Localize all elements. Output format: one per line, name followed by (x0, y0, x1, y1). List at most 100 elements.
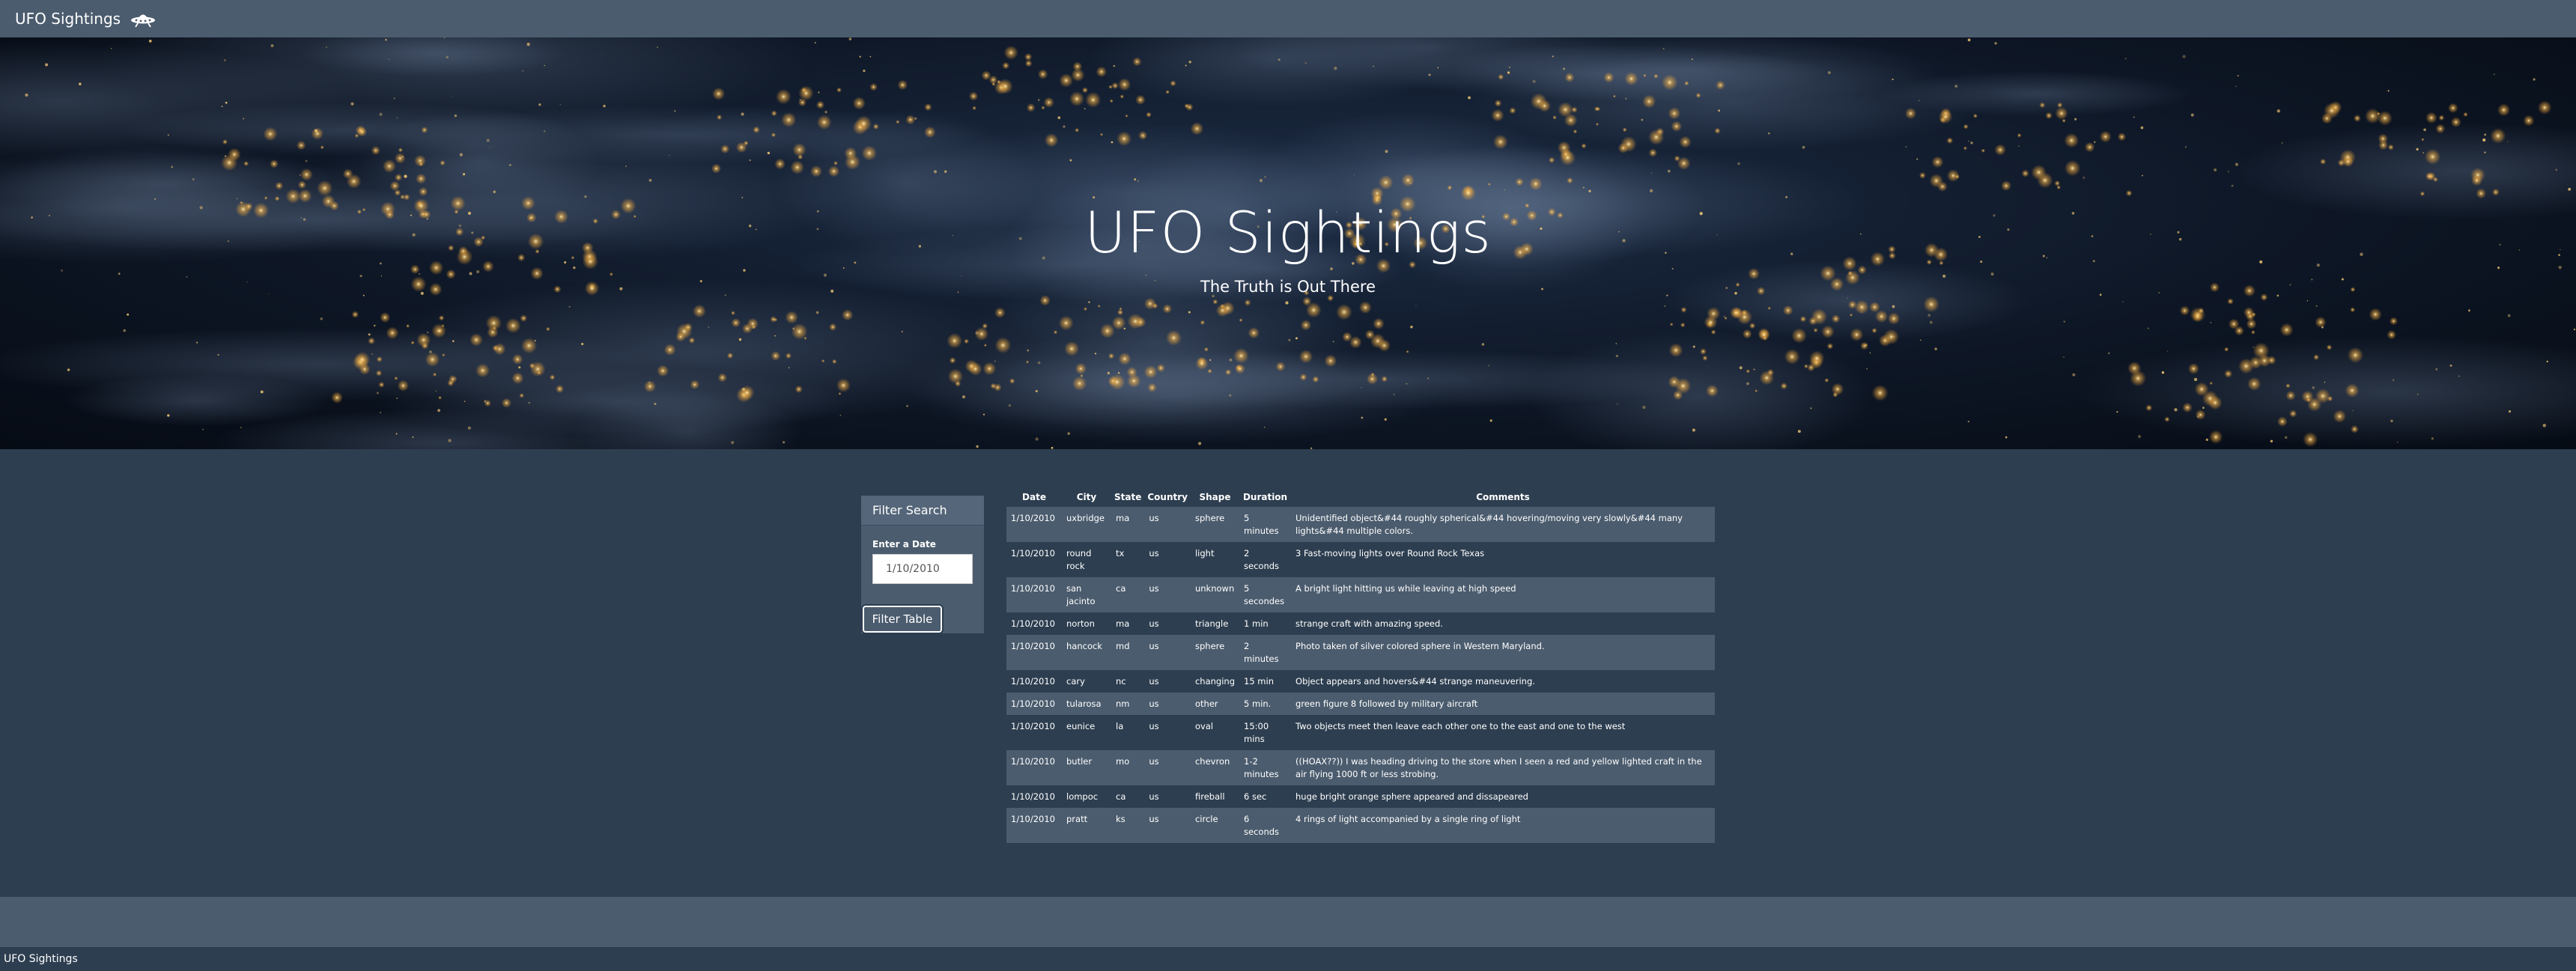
cell-shape: light (1190, 542, 1240, 577)
cell-date: 1/10/2010 (1006, 612, 1062, 635)
hero-text: UFO Sightings The Truth is Out There (0, 37, 2576, 449)
ufo-icon (130, 10, 157, 28)
cell-city: round rock (1062, 542, 1111, 577)
cell-comments: strange craft with amazing speed. (1291, 612, 1715, 635)
navbar-brand[interactable]: UFO Sightings (15, 10, 157, 28)
cell-state: ca (1111, 577, 1145, 612)
cell-state: tx (1111, 542, 1145, 577)
cell-city: cary (1062, 670, 1111, 693)
header-city: City (1076, 492, 1097, 502)
header-country: Country (1147, 492, 1188, 502)
header-state: State (1114, 492, 1142, 502)
table-row: 1/10/2010 pratt ks us circle 6 seconds 4 rings… (1006, 808, 1715, 843)
cell-country: us (1144, 750, 1191, 785)
cell-comments: Object appears and hovers&#44 strange ma… (1291, 670, 1715, 693)
cell-date: 1/10/2010 (1006, 693, 1062, 715)
cell-duration: 1 min (1239, 612, 1292, 635)
cell-country: us (1144, 635, 1191, 670)
cell-comments: 3 Fast-moving lights over Round Rock Tex… (1291, 542, 1715, 577)
cell-shape: fireball (1190, 785, 1240, 808)
cell-country: us (1144, 808, 1191, 843)
cell-shape: triangle (1190, 612, 1240, 635)
cell-duration: 6 seconds (1239, 808, 1292, 843)
cell-state: nc (1111, 670, 1145, 693)
cell-city: san jacinto (1062, 577, 1111, 612)
cell-date: 1/10/2010 (1006, 542, 1062, 577)
filter-table-button[interactable]: Filter Table (863, 606, 942, 633)
cell-shape: chevron (1190, 750, 1240, 785)
brand-label: UFO Sightings (15, 10, 121, 28)
cell-shape: sphere (1190, 507, 1240, 542)
cell-country: us (1144, 693, 1191, 715)
cell-comments: A bright light hitting us while leaving … (1291, 577, 1715, 612)
cell-shape: changing (1190, 670, 1240, 693)
cell-country: us (1144, 577, 1191, 612)
filter-header: Filter Search (861, 496, 984, 526)
cell-date: 1/10/2010 (1006, 785, 1062, 808)
cell-comments: 4 rings of light accompanied by a single… (1291, 808, 1715, 843)
table-row: 1/10/2010 round rock tx us light 2 seconds 3 F… (1006, 542, 1715, 577)
cell-country: us (1144, 542, 1191, 577)
cell-duration: 15:00 mins (1239, 715, 1292, 750)
table-row: 1/10/2010 cary nc us changing 15 min Object ap… (1006, 670, 1715, 693)
main-content: Filter Search Enter a Date Filter Table … (0, 449, 2576, 897)
cell-city: uxbridge (1062, 507, 1111, 542)
cell-state: nm (1111, 693, 1145, 715)
cell-date: 1/10/2010 (1006, 507, 1062, 542)
cell-state: ma (1111, 507, 1145, 542)
cell-comments: ((HOAX??)) I was heading driving to the … (1291, 750, 1715, 785)
cell-shape: other (1190, 693, 1240, 715)
hero-banner: UFO Sightings The Truth is Out There (0, 37, 2576, 449)
cell-city: tularosa (1062, 693, 1111, 715)
cell-duration: 5 minutes (1239, 507, 1292, 542)
cell-duration: 1-2 minutes (1239, 750, 1292, 785)
cell-date: 1/10/2010 (1006, 577, 1062, 612)
cell-country: us (1144, 715, 1191, 750)
cell-state: mo (1111, 750, 1145, 785)
table-row: 1/10/2010 san jacinto ca us unknown 5 seconde… (1006, 577, 1715, 612)
cell-state: ma (1111, 612, 1145, 635)
table-row: 1/10/2010 norton ma us triangle 1 min strange … (1006, 612, 1715, 635)
cell-duration: 2 minutes (1239, 635, 1292, 670)
footer-text: UFO Sightings (4, 953, 78, 965)
cell-city: butler (1062, 750, 1111, 785)
footer-band (0, 897, 2576, 947)
cell-state: md (1111, 635, 1145, 670)
cell-state: ca (1111, 785, 1145, 808)
footer: UFO Sightings (0, 947, 2576, 971)
hero-subtitle: The Truth is Out There (1200, 277, 1376, 296)
cell-duration: 6 sec (1239, 785, 1292, 808)
cell-duration: 5 min. (1239, 693, 1292, 715)
cell-shape: circle (1190, 808, 1240, 843)
date-label: Enter a Date (872, 539, 936, 550)
cell-shape: unknown (1190, 577, 1240, 612)
cell-comments: green figure 8 followed by military airc… (1291, 693, 1715, 715)
cell-comments: Photo taken of silver colored sphere in … (1291, 635, 1715, 670)
cell-state: ks (1111, 808, 1145, 843)
cell-date: 1/10/2010 (1006, 635, 1062, 670)
ufo-table: Date City State Country Shape Duration C… (1006, 487, 1715, 843)
cell-city: pratt (1062, 808, 1111, 843)
table-body: 1/10/2010 uxbridge ma us sphere 5 minutes Unid… (1006, 507, 1715, 843)
cell-city: eunice (1062, 715, 1111, 750)
header-shape: Shape (1199, 492, 1231, 502)
header-duration: Duration (1242, 492, 1288, 502)
table-row: 1/10/2010 eunice la us oval 15:00 mins Two obj… (1006, 715, 1715, 750)
table-row: 1/10/2010 butler mo us chevron 1-2 minutes ((H… (1006, 750, 1715, 785)
cell-comments: Unidentified object&#44 roughly spherica… (1291, 507, 1715, 542)
cell-state: la (1111, 715, 1145, 750)
cell-date: 1/10/2010 (1006, 715, 1062, 750)
cell-comments: Two objects meet then leave each other o… (1291, 715, 1715, 750)
cell-country: us (1144, 670, 1191, 693)
header-comments: Comments (1476, 492, 1530, 502)
date-input[interactable] (872, 554, 973, 584)
cell-shape: oval (1190, 715, 1240, 750)
navbar: UFO Sightings (0, 0, 2576, 37)
table-row: 1/10/2010 tularosa nm us other 5 min. green fi… (1006, 693, 1715, 715)
cell-date: 1/10/2010 (1006, 808, 1062, 843)
cell-city: hancock (1062, 635, 1111, 670)
cell-city: lompoc (1062, 785, 1111, 808)
table-row: 1/10/2010 hancock md us sphere 2 minutes Photo… (1006, 635, 1715, 670)
cell-duration: 15 min (1239, 670, 1292, 693)
table-header-row: Date City State Country Shape Duration C… (1006, 487, 1715, 507)
